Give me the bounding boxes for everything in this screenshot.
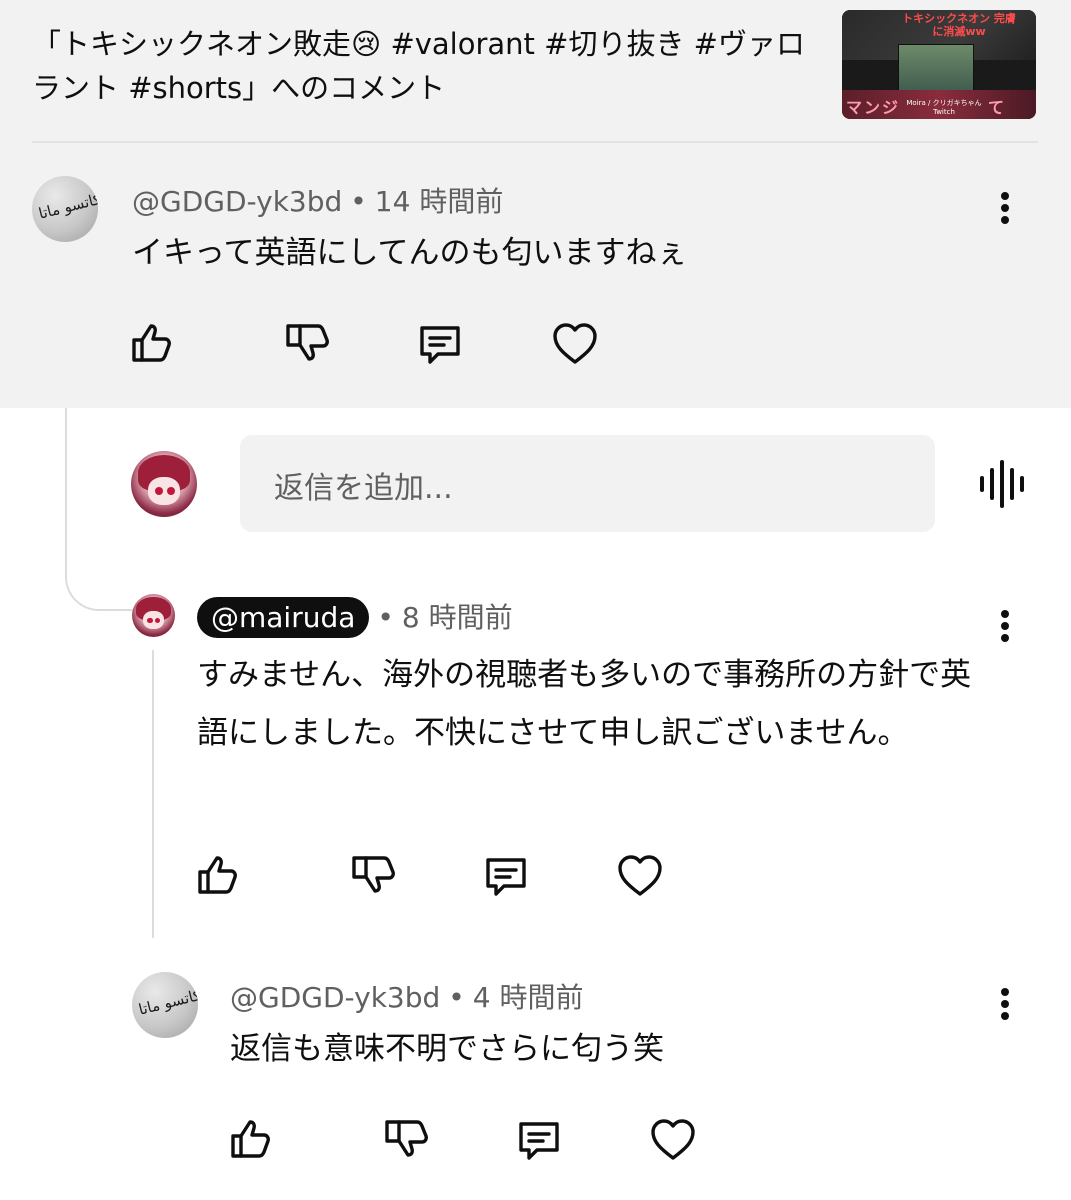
thumbs-up-icon[interactable]	[227, 1114, 275, 1162]
comment-text: 返信も意味不明でさらに匂う笑	[230, 1031, 664, 1067]
comment-meta: @GDGD-yk3bd • 14 時間前	[132, 180, 503, 220]
reply-placeholder: 返信を追加...	[274, 471, 453, 506]
creator-handle-chip[interactable]: @mairuda	[197, 597, 370, 638]
thumbs-down-icon[interactable]	[348, 852, 396, 900]
heart-icon[interactable]	[551, 320, 599, 368]
comment-meta: @mairuda • 8 時間前	[197, 596, 513, 638]
thumbnail-red-text: トキシックネオン 完膚に消滅ww	[902, 12, 1016, 38]
comment-author[interactable]: @GDGD-yk3bd	[132, 185, 342, 218]
avatar[interactable]: ﺍﻟﻮﺯ ﻛﺎﺗﺴﻮ ﻣﺎﺗﺎ	[32, 176, 98, 242]
thread-line	[152, 650, 154, 938]
comment-time: 8 時間前	[401, 601, 513, 634]
thumbs-down-icon[interactable]	[381, 1116, 429, 1164]
thumbs-up-icon[interactable]	[194, 850, 242, 898]
thumbnail-caption: Moira / クリガキちゃん Twitch	[906, 99, 982, 116]
header-divider	[32, 141, 1038, 143]
comment-text: すみません、海外の視聴者も多いので事務所の方針で英語にしました。不快にさせて申し…	[197, 657, 972, 751]
comment-icon[interactable]	[416, 320, 464, 368]
thumbs-down-icon[interactable]	[282, 320, 330, 368]
thumbs-up-icon[interactable]	[128, 318, 176, 366]
avatar[interactable]	[132, 594, 175, 637]
comment-time: 14 時間前	[374, 185, 504, 218]
more-vert-icon[interactable]	[999, 606, 1011, 646]
meta-separator: •	[350, 185, 367, 218]
voice-search-icon[interactable]	[978, 458, 1026, 510]
comment-icon[interactable]	[482, 852, 530, 900]
comment-text: イキって英語にしてんのも匂いますねぇ	[132, 235, 688, 271]
more-vert-icon[interactable]	[999, 984, 1011, 1024]
meta-separator: •	[377, 601, 394, 634]
meta-separator: •	[448, 981, 465, 1014]
heart-icon[interactable]	[616, 852, 664, 900]
comment-icon[interactable]	[515, 1116, 563, 1164]
avatar-script-text: ﺍﻟﻮﺯ ﻛﺎﺗﺴﻮ ﻣﺎﺗﺎ	[36, 184, 98, 224]
thread-connector	[65, 408, 135, 611]
avatar-script-text: ﺍﻟﻮﺯ ﻛﺎﺗﺴﻮ ﻣﺎﺗﺎ	[136, 980, 198, 1020]
avatar[interactable]	[131, 451, 197, 517]
more-vert-icon[interactable]	[999, 188, 1011, 228]
comment-time: 4 時間前	[472, 981, 584, 1014]
avatar[interactable]: ﺍﻟﻮﺯ ﻛﺎﺗﺴﻮ ﻣﺎﺗﺎ	[132, 972, 198, 1038]
video-thumbnail[interactable]: トキシックネオン 完膚に消滅ww マンジて(?) Moira / クリガキちゃん…	[842, 10, 1036, 119]
thumbnail-game-frame	[898, 44, 974, 94]
heart-icon[interactable]	[649, 1116, 697, 1164]
comment-meta: @GDGD-yk3bd • 4 時間前	[230, 976, 584, 1016]
comment-author[interactable]: @GDGD-yk3bd	[230, 981, 440, 1014]
reply-input[interactable]: 返信を追加...	[240, 435, 935, 532]
video-title: 「トキシックネオン敗走😢 #valorant #切り抜き #ヴァロラント #sh…	[32, 27, 805, 105]
